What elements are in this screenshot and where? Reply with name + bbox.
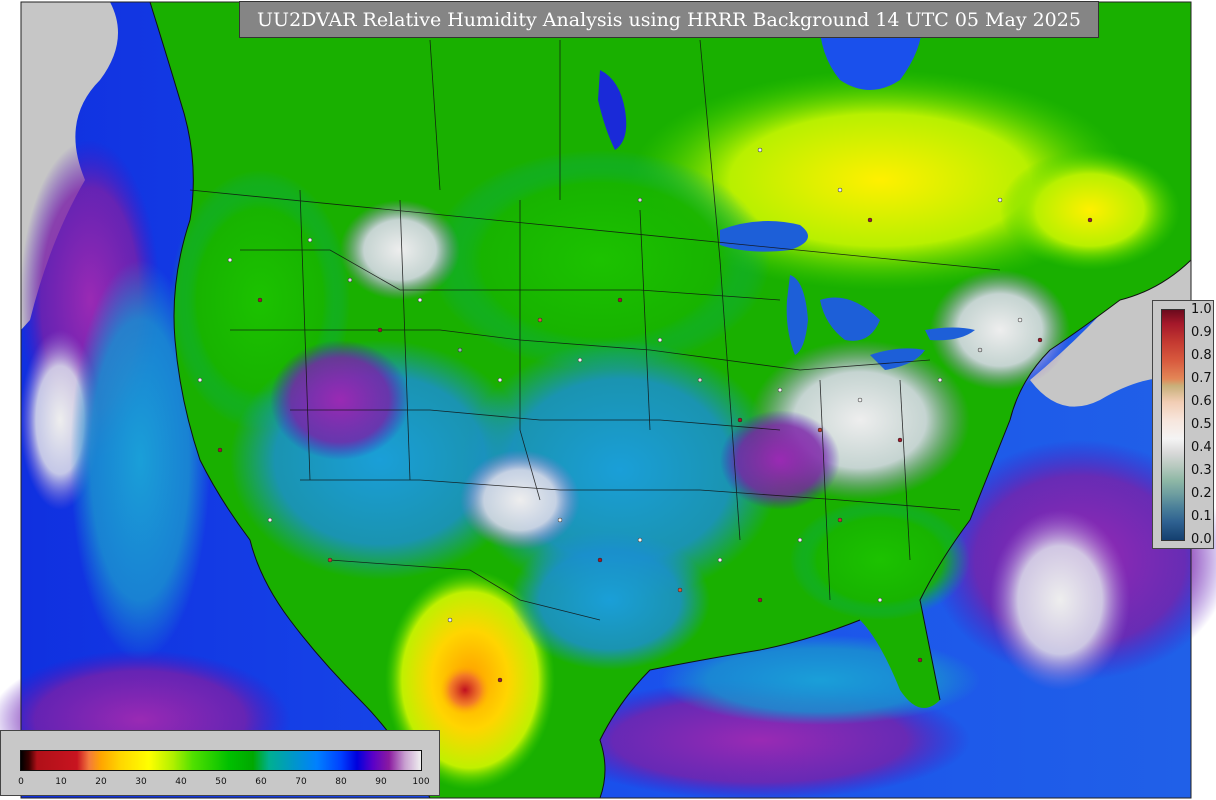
dry-zone-mexico: [440, 665, 490, 715]
station-colorbar-label: 0.9: [1191, 325, 1212, 340]
rh-colorbar-label: 70: [295, 777, 307, 787]
rh-colorbar-label: 100: [412, 777, 430, 787]
map-title: UU2DVAR Relative Humidity Analysis using…: [239, 1, 1099, 38]
white-zone-atlantic: [990, 510, 1130, 690]
rh-colorbar-label: 10: [55, 777, 67, 787]
rh-colorbar-label: 40: [175, 777, 187, 787]
station-colorbar-label: 0.5: [1191, 417, 1212, 432]
station-colorbar-label: 0.6: [1191, 394, 1212, 409]
station-colorbar-ramp: [1161, 309, 1185, 541]
rh-colorbar-label: 80: [335, 777, 347, 787]
station-colorbar-label: 0.4: [1191, 440, 1212, 455]
rh-colorbar-ramp: [20, 750, 422, 771]
relative-humidity-map[interactable]: [0, 0, 1216, 800]
map-frame: UU2DVAR Relative Humidity Analysis using…: [0, 0, 1216, 800]
rh-colorbar-label: 30: [135, 777, 147, 787]
purple-zone-great-basin: [270, 340, 410, 460]
rh-colorbar-label: 50: [215, 777, 227, 787]
rh-colorbar-label: 0: [18, 777, 24, 787]
teal-zone-texas: [510, 530, 710, 670]
station-colorbar-label: 0.8: [1191, 348, 1212, 363]
station-colorbar-label: 0.1: [1191, 509, 1212, 524]
station-colorbar-label: 0.3: [1191, 463, 1212, 478]
station-colorbar-label: 0.2: [1191, 486, 1212, 501]
station-colorbar-label: 0.0: [1191, 532, 1212, 547]
station-colorbar: 1.0 0.9 0.8 0.7 0.6 0.5 0.4 0.3 0.2 0.1 …: [1152, 300, 1214, 549]
moist-zone-quebec: [1000, 150, 1180, 270]
station-colorbar-label: 1.0: [1191, 302, 1212, 317]
station-colorbar-label: 0.7: [1191, 371, 1212, 386]
white-zone-southern-plains: [460, 450, 580, 550]
rh-colorbar-label: 60: [255, 777, 267, 787]
rh-colorbar-label: 90: [375, 777, 387, 787]
rh-colorbar-label: 20: [95, 777, 107, 787]
rh-colorbar: 0 10 20 30 40 50 60 70 80 90 100: [0, 730, 440, 796]
green-zone-plains: [430, 150, 770, 370]
